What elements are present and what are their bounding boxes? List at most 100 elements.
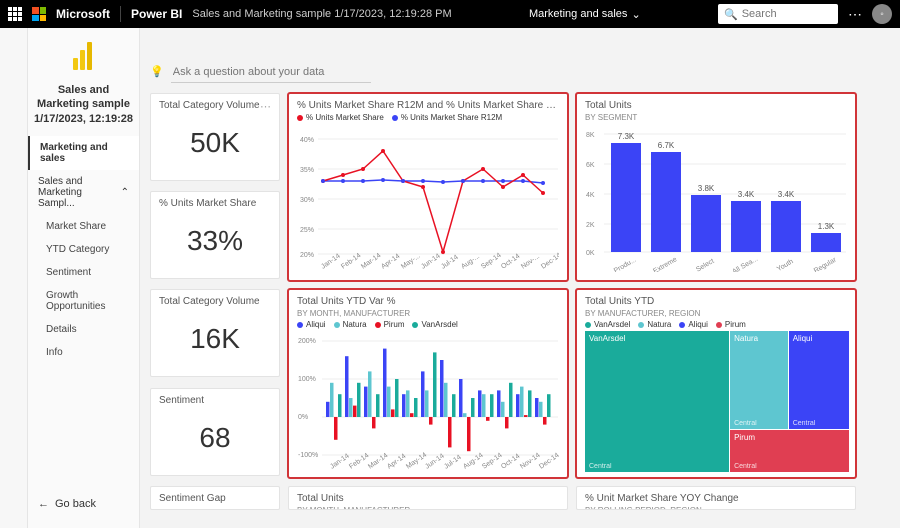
qna-icon: 💡 — [150, 66, 164, 78]
tile-total-category-volume-2[interactable]: Total Category Volume 16K — [150, 289, 280, 377]
svg-text:Dec-14: Dec-14 — [540, 252, 559, 271]
tile-title: % Units Market Share — [159, 198, 271, 209]
svg-text:Produ...: Produ... — [613, 257, 638, 272]
arrow-left-icon: ← — [38, 498, 49, 510]
titlebar: Microsoft Power BI Sales and Marketing s… — [0, 0, 900, 28]
tile-title: Total Units YTD Var % — [297, 296, 559, 307]
qna-input[interactable] — [171, 62, 371, 83]
svg-text:100%: 100% — [298, 376, 316, 383]
tile-title: Total Category Volume — [159, 296, 271, 307]
nav-group[interactable]: Sales and Marketing Sampl... ⌃ — [28, 170, 139, 215]
treemap-pirum[interactable]: PirumCentral — [730, 430, 849, 472]
bar-chart-segment: 8K 6K 4K 2K 0K 7.3K 6.7K 3.8K 3.4K 3.4K — [585, 122, 847, 272]
nav-info[interactable]: Info — [28, 341, 139, 364]
svg-text:7.3K: 7.3K — [618, 132, 635, 141]
workspace-dropdown[interactable]: Marketing and sales ⌄ — [529, 8, 641, 21]
brand-label: Microsoft — [56, 7, 110, 21]
tile-title: % Units Market Share R12M and % Units Ma… — [297, 100, 559, 111]
go-back-button[interactable]: ← Go back — [28, 488, 139, 520]
report-canvas: 🗎File⌄ 👥Chat in Teams 💬Comment ✉Subscrib… — [140, 28, 900, 528]
tile-subtitle: BY ROLLING PERIOD, REGION — [585, 506, 847, 510]
nav-growth[interactable]: Growth Opportunities — [28, 284, 139, 318]
tile-market-share-yoy[interactable]: % Unit Market Share YOY Change BY ROLLIN… — [576, 486, 856, 510]
nav-market-share[interactable]: Market Share — [28, 215, 139, 238]
more-icon[interactable]: ⋯ — [848, 6, 862, 23]
svg-text:Regular: Regular — [813, 256, 838, 272]
tile-subtitle: BY MONTH, MANUFACTURER — [297, 506, 559, 510]
tile-title: Total Category Volume — [159, 100, 271, 111]
powerbi-icon — [28, 36, 139, 83]
tile-market-share-line[interactable]: % Units Market Share R12M and % Units Ma… — [288, 93, 568, 281]
tile-title: Total Units YTD — [585, 296, 847, 307]
report-title: Sales and Marketing sample 1/17/2023, 12… — [28, 83, 139, 136]
treemap: VanArsdelCentral NaturaCentral AliquiCen… — [585, 331, 847, 471]
tile-total-units-ytd-treemap[interactable]: Total Units YTD BY MANUFACTURER, REGION … — [576, 289, 856, 478]
svg-text:0%: 0% — [298, 414, 308, 421]
treemap-aliqui[interactable]: AliquiCentral — [789, 331, 849, 429]
svg-text:Aug-...: Aug-... — [460, 253, 481, 271]
doc-name: Sales and Marketing sample 1/17/2023, 12… — [192, 8, 451, 20]
svg-text:25%: 25% — [300, 227, 314, 234]
svg-text:30%: 30% — [300, 197, 314, 204]
svg-text:-100%: -100% — [298, 452, 318, 459]
tile-title: Total Units — [585, 100, 847, 111]
search-input[interactable] — [742, 8, 822, 20]
tile-title: Total Units — [297, 493, 559, 504]
svg-text:3.8K: 3.8K — [698, 184, 715, 193]
svg-text:200%: 200% — [298, 338, 316, 345]
tile-subtitle: BY SEGMENT — [585, 113, 847, 122]
svg-text:Select: Select — [695, 258, 715, 272]
svg-text:Jun-14: Jun-14 — [420, 253, 442, 271]
nav-group-label: Sales and Marketing Sampl... — [38, 176, 121, 209]
svg-text:May-14: May-14 — [405, 451, 428, 470]
tile-more-icon[interactable]: ⋯ — [260, 100, 271, 113]
svg-text:4K: 4K — [586, 192, 595, 199]
tile-total-units-ytd-var[interactable]: Total Units YTD Var % BY MONTH, MANUFACT… — [288, 289, 568, 478]
qna-box[interactable]: 💡 — [150, 62, 890, 83]
chart-legend: % Units Market Share % Units Market Shar… — [297, 113, 559, 122]
svg-text:3.4K: 3.4K — [778, 190, 795, 199]
svg-text:All Sea...: All Sea... — [731, 256, 759, 272]
go-back-label: Go back — [55, 498, 96, 510]
svg-text:Feb-14: Feb-14 — [340, 252, 362, 271]
app-launcher-icon[interactable] — [8, 7, 22, 21]
svg-text:Jul-14: Jul-14 — [443, 454, 463, 471]
tile-subtitle: BY MANUFACTURER, REGION — [585, 309, 847, 318]
tile-value: 68 — [159, 408, 271, 468]
tile-total-category-volume-1[interactable]: Total Category Volume ⋯ 50K — [150, 93, 280, 181]
svg-text:20%: 20% — [300, 252, 314, 259]
tile-sentiment-gap[interactable]: Sentiment Gap — [150, 486, 280, 510]
svg-text:3.4K: 3.4K — [738, 190, 755, 199]
svg-text:8K: 8K — [586, 132, 595, 139]
nav-marketing-sales[interactable]: Marketing and sales — [28, 136, 139, 170]
chart-legend: Aliqui Natura Pirum VanArsdel — [297, 320, 559, 329]
tile-total-units-segment[interactable]: Total Units BY SEGMENT 8K 6K 4K 2K 0K 7.… — [576, 93, 856, 281]
tile-value: 50K — [159, 113, 271, 173]
svg-text:0K: 0K — [586, 250, 595, 257]
nav-sentiment[interactable]: Sentiment — [28, 261, 139, 284]
tile-units-market-share[interactable]: % Units Market Share 33% — [150, 191, 280, 279]
svg-text:Extreme: Extreme — [652, 256, 678, 272]
tile-value: 16K — [159, 309, 271, 369]
tile-title: % Unit Market Share YOY Change — [585, 493, 847, 504]
tile-sentiment[interactable]: Sentiment 68 — [150, 388, 280, 476]
svg-text:1.3K: 1.3K — [818, 222, 835, 231]
divider — [120, 6, 121, 22]
search-box[interactable]: 🔍 — [718, 4, 838, 24]
treemap-vanarsdel[interactable]: VanArsdelCentral — [585, 331, 729, 472]
svg-text:Mar-14: Mar-14 — [360, 252, 382, 271]
search-icon: 🔍 — [724, 8, 738, 21]
svg-text:Apr-14: Apr-14 — [380, 253, 401, 271]
nav-ytd-category[interactable]: YTD Category — [28, 238, 139, 261]
line-chart: 40% 35% 30% 25% 20% Jan-14 — [297, 124, 559, 274]
svg-text:Youth: Youth — [776, 258, 795, 272]
microsoft-logo-icon — [32, 7, 46, 21]
tile-total-units-month[interactable]: Total Units BY MONTH, MANUFACTURER — [288, 486, 568, 510]
avatar[interactable]: ◦ — [872, 4, 892, 24]
workspace-label: Marketing and sales — [529, 8, 627, 20]
tile-title: Sentiment Gap — [159, 493, 271, 504]
treemap-natura[interactable]: NaturaCentral — [730, 331, 788, 429]
svg-text:2K: 2K — [586, 222, 595, 229]
nav-details[interactable]: Details — [28, 318, 139, 341]
sidebar: Sales and Marketing sample 1/17/2023, 12… — [28, 28, 140, 528]
